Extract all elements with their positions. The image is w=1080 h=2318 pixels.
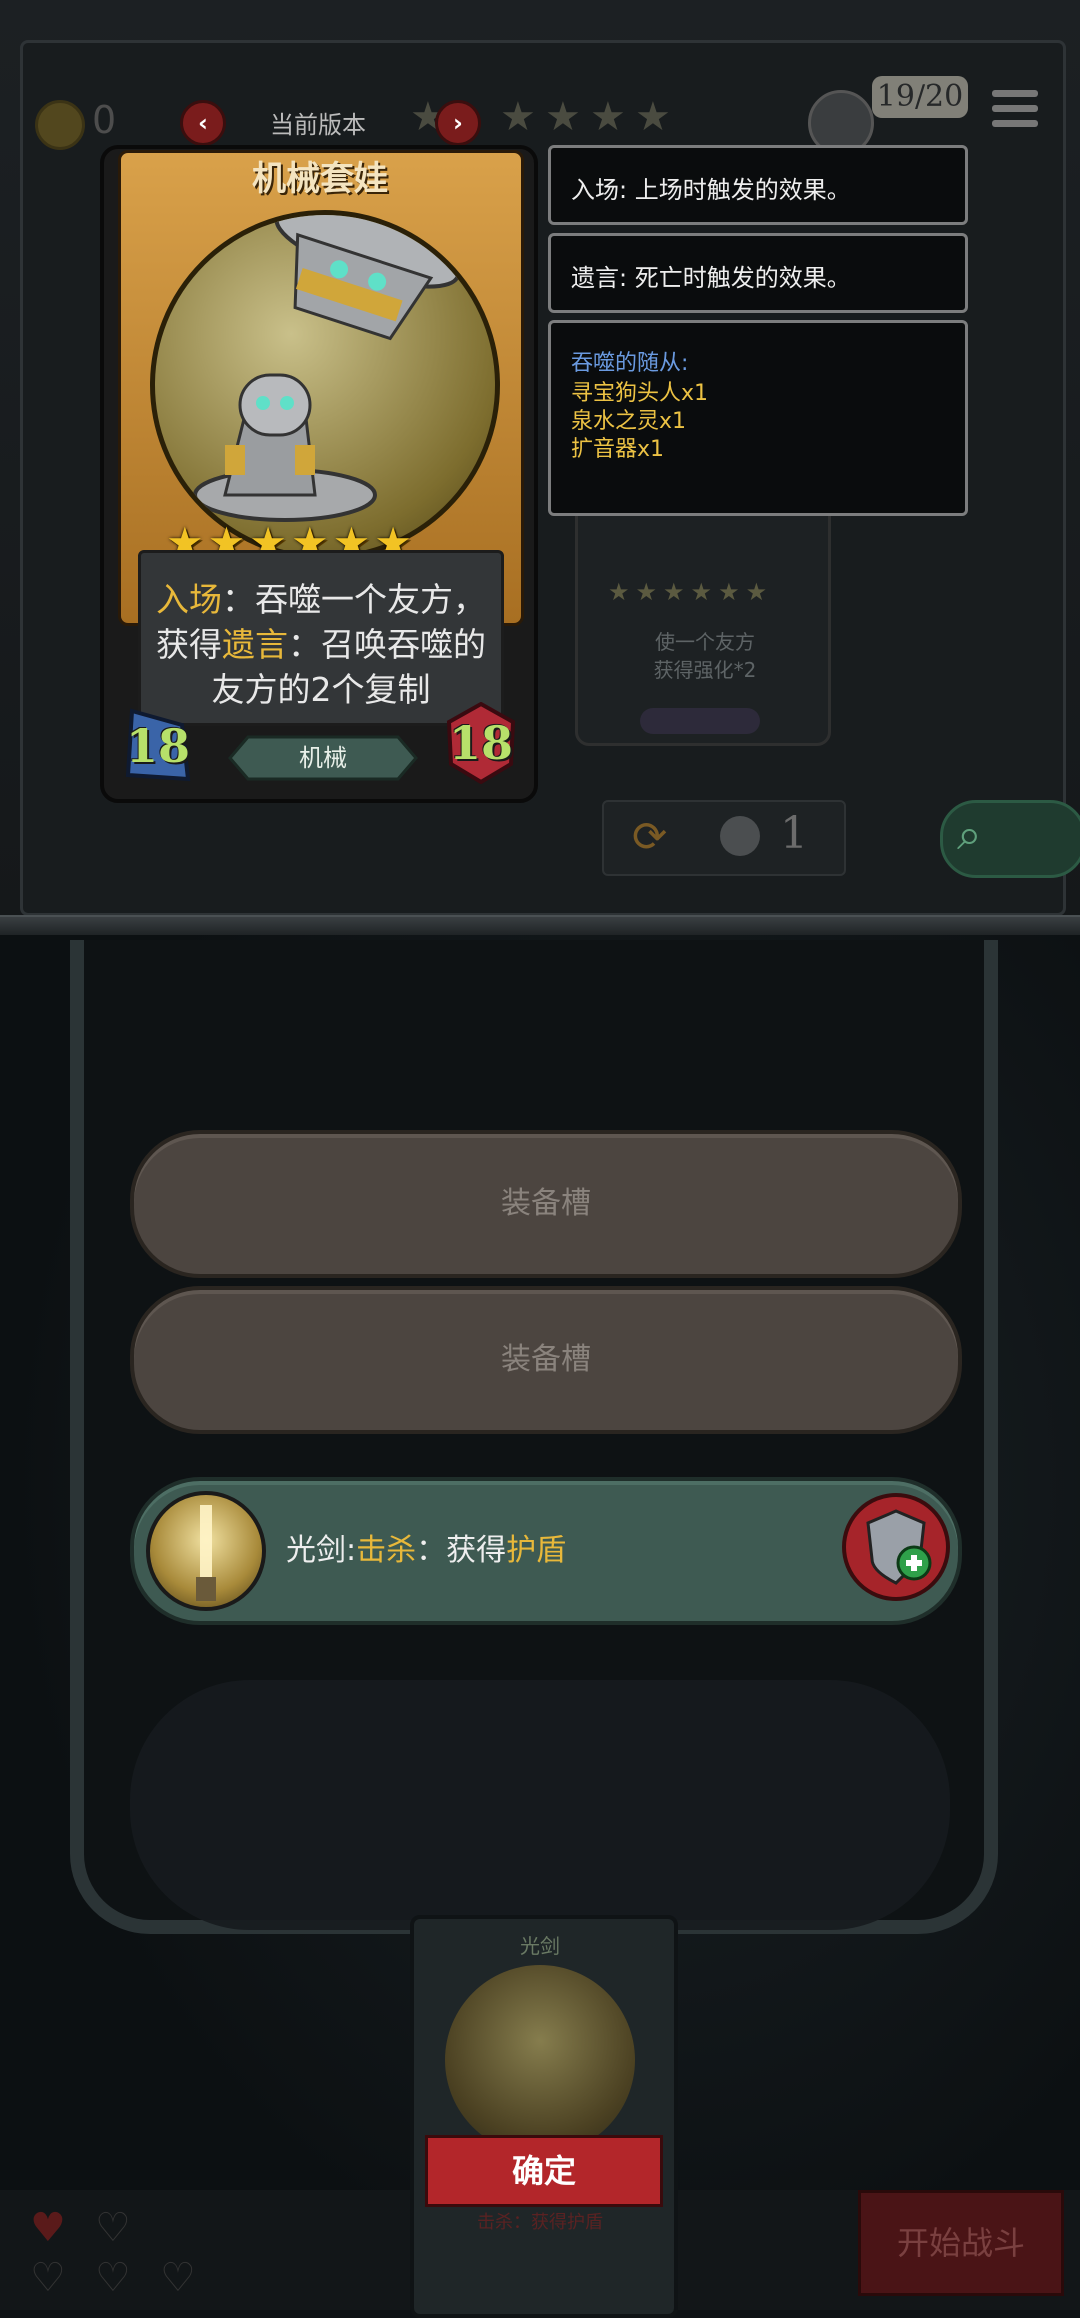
menu-icon[interactable] [992, 90, 1038, 130]
star-icon: ★ [635, 94, 671, 140]
coin-icon [720, 816, 760, 856]
version-label: 当前版本 [270, 111, 366, 139]
heart-icon: ♡ [95, 2205, 131, 2251]
lightsaber-icon [146, 1491, 266, 1611]
star-icon: ★ [545, 94, 581, 140]
panel-divider [0, 915, 1080, 937]
search-icon: ⌕ [957, 809, 982, 860]
tribe-label: 机械 [299, 744, 347, 772]
coin-icon [35, 100, 85, 150]
background-card-text: 使一个友方 获得强化*2 [610, 628, 800, 684]
equip-slot-1[interactable]: 装备槽 [130, 1130, 962, 1278]
devoured-info-box: 吞噬的随从: 寻宝狗头人x1 泉水之灵x1 扩音器x1 [548, 320, 968, 516]
shield-plus-icon [866, 1509, 932, 1585]
background-card-line1: 使一个友方 [655, 630, 755, 654]
search-button[interactable]: ⌕ [940, 800, 1080, 878]
heart-icon: ♥ [30, 2205, 66, 2251]
health-value: 18 [448, 716, 513, 770]
devoured-title: 吞噬的随从: [571, 351, 689, 376]
keyword-shield: 护盾 [506, 1533, 567, 1568]
robot-nesting-doll-art [150, 210, 500, 560]
card-name: 机械套娃 [252, 159, 388, 199]
equipped-effect-sep: ：获得 [416, 1533, 507, 1568]
chevron-right-icon[interactable]: › [435, 100, 481, 146]
equip-slot-2[interactable]: 装备槽 [130, 1286, 962, 1434]
health-gem-icon: 18 [445, 702, 517, 784]
progress-badge: 19/20 [872, 76, 968, 118]
keyword-kill: 击杀 [356, 1533, 417, 1568]
selected-card-effect: 击杀：获得护盾 [477, 2212, 603, 2233]
equipped-item-text: 光剑:击杀：获得护盾 [286, 1481, 566, 1621]
background-card-line2: 获得强化*2 [653, 658, 757, 682]
card-title-bar: 机械套娃 [170, 152, 470, 206]
keyword-deathrattle: 遗言 [222, 625, 288, 664]
board-decoration [130, 1680, 950, 1930]
coin-count: 0 [92, 98, 117, 142]
equip-slot-label: 装备槽 [501, 1186, 591, 1221]
devoured-item: 扩音器x1 [571, 437, 665, 462]
confirm-button[interactable]: 确定 [425, 2135, 663, 2207]
deathrattle-info-box: 遗言: 死亡时触发的效果。 [548, 233, 968, 313]
heart-icon: ♡ [95, 2255, 131, 2301]
keyword-battlecry: 入场 [156, 580, 222, 619]
start-battle-button[interactable]: 开始战斗 [858, 2190, 1064, 2296]
refresh-icon[interactable]: ⟳ [632, 812, 667, 861]
refresh-cost: 1 [780, 808, 808, 859]
deathrattle-info-text: 遗言: 死亡时触发的效果。 [571, 264, 851, 292]
equip-slot-label: 装备槽 [501, 1342, 591, 1377]
background-card-stars: ★★★★★★ [608, 578, 774, 606]
card-effect-text: 入场：吞噬一个友方，获得遗言：召唤吞噬的友方的2个复制 [141, 577, 501, 712]
attack-gem-icon: 18 [122, 705, 194, 785]
tribe-tag: 机械 [228, 735, 418, 781]
attack-value: 18 [125, 719, 190, 773]
star-icon: ★ [500, 94, 536, 140]
heart-icon: ♡ [30, 2255, 66, 2301]
background-card-tag [640, 708, 760, 734]
heart-icon: ♡ [160, 2255, 196, 2301]
battlecry-info-text: 入场: 上场时触发的效果。 [571, 176, 851, 204]
equipped-item-row[interactable]: 光剑:击杀：获得护盾 [130, 1477, 962, 1625]
chevron-left-icon[interactable]: ‹ [180, 100, 226, 146]
add-shield-button[interactable] [842, 1493, 950, 1601]
star-icon: ★ [590, 94, 626, 140]
selected-card-title: 光剑 [520, 1934, 560, 1958]
equipped-name: 光剑: [286, 1533, 357, 1568]
lightsaber-art [445, 1965, 635, 2155]
battlecry-info-box: 入场: 上场时触发的效果。 [548, 145, 968, 225]
card-text-box: 入场：吞噬一个友方，获得遗言：召唤吞噬的友方的2个复制 [138, 550, 504, 726]
